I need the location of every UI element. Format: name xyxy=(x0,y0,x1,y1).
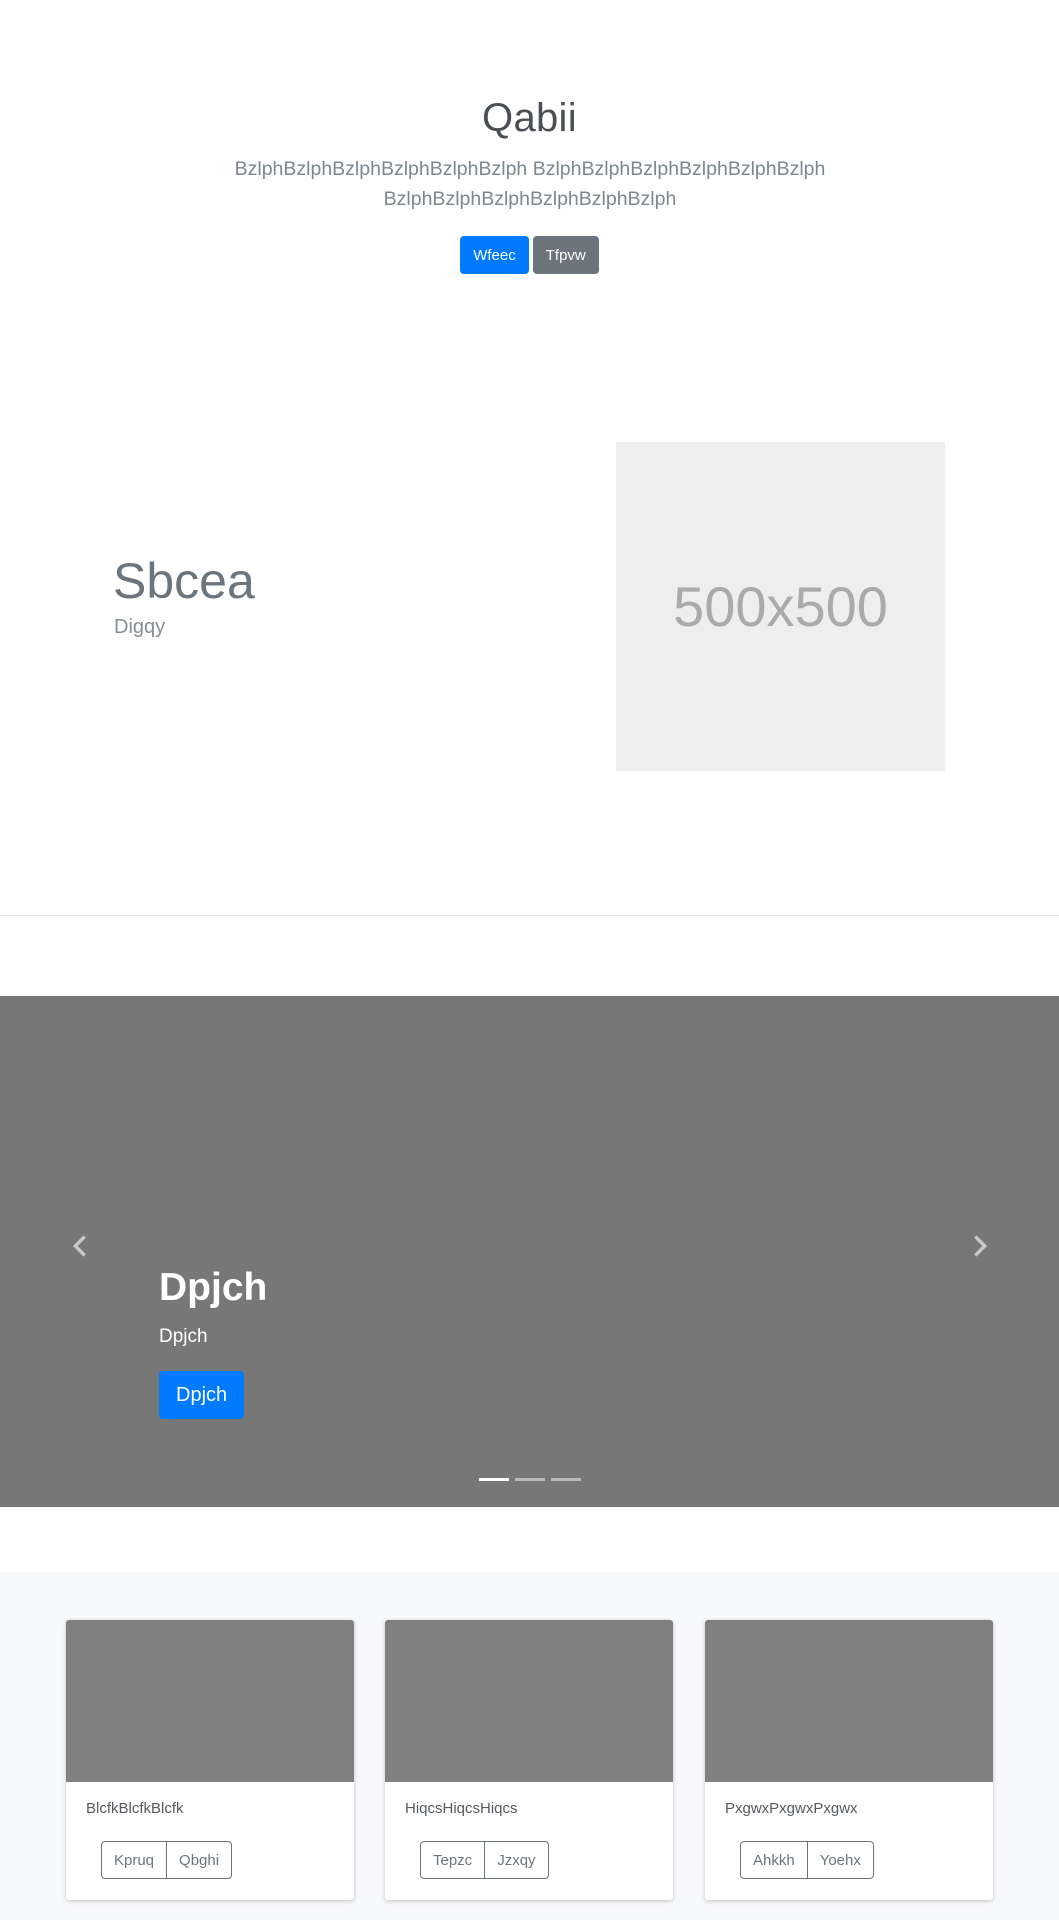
hero-title: Qabii xyxy=(482,96,577,140)
image-placeholder-label: 500x500 xyxy=(673,575,888,638)
card-text: HiqcsHiqcsHiqcs xyxy=(405,1800,518,1817)
carousel-indicator-2[interactable] xyxy=(514,1478,545,1481)
card-3-button-1[interactable]: Ahkkh xyxy=(740,1841,808,1879)
card-1-button-1[interactable]: Kpruq xyxy=(101,1841,168,1879)
carousel-prev-button[interactable] xyxy=(60,1221,100,1271)
feature-subtitle: Digqy xyxy=(114,616,166,638)
card-1: BlcfkBlcfkBlcfk Kpruq Qbghi xyxy=(66,1620,354,1900)
hero-secondary-button[interactable]: Tfpvw xyxy=(532,236,599,274)
carousel-indicators xyxy=(0,1478,1059,1481)
chevron-right-icon xyxy=(974,1235,987,1257)
card-button-group: Tepzc Jzxqy xyxy=(420,1841,549,1879)
carousel-caption-button[interactable]: Dpjch xyxy=(159,1371,245,1419)
card-1-button-2[interactable]: Qbghi xyxy=(166,1841,233,1879)
hero-primary-button[interactable]: Wfeec xyxy=(460,236,529,274)
card-3: PxgwxPxgwxPxgwx Ahkkh Yoehx xyxy=(705,1620,993,1900)
card-image xyxy=(66,1620,354,1782)
carousel-next-button[interactable] xyxy=(960,1221,1000,1271)
card-button-group: Kpruq Qbghi xyxy=(101,1841,233,1879)
chevron-left-icon xyxy=(73,1235,86,1257)
carousel-caption-text: Dpjch xyxy=(159,1326,208,1347)
card-2: HiqcsHiqcsHiqcs Tepzc Jzxqy xyxy=(385,1620,673,1900)
card-text: PxgwxPxgwxPxgwx xyxy=(725,1800,858,1817)
carousel-caption-title: Dpjch xyxy=(159,1266,268,1309)
hero-section: Qabii BzlphBzlphBzlphBzlphBzlphBzlph Bzl… xyxy=(0,0,1059,330)
carousel-indicator-1[interactable] xyxy=(478,1478,509,1481)
hero-lead: BzlphBzlphBzlphBzlphBzlphBzlph BzlphBzlp… xyxy=(234,158,826,210)
card-text: BlcfkBlcfkBlcfk xyxy=(86,1800,184,1817)
feature-title: Sbcea xyxy=(113,553,255,609)
carousel-indicator-3[interactable] xyxy=(550,1478,581,1481)
card-image xyxy=(385,1620,673,1782)
card-2-button-1[interactable]: Tepzc xyxy=(420,1841,486,1879)
card-button-group: Ahkkh Yoehx xyxy=(740,1841,874,1879)
card-image xyxy=(705,1620,993,1782)
section-divider xyxy=(0,915,1059,916)
card-3-button-2[interactable]: Yoehx xyxy=(806,1841,874,1879)
carousel: Dpjch Dpjch Dpjch xyxy=(0,996,1059,1507)
card-2-button-2[interactable]: Jzxqy xyxy=(484,1841,549,1879)
cards-section: BlcfkBlcfkBlcfk Kpruq Qbghi HiqcsHiqcsHi… xyxy=(0,1572,1059,1920)
feature-image-placeholder: 500x500 xyxy=(616,442,945,771)
hero-buttons: Wfeec Tfpvw xyxy=(0,236,1059,274)
